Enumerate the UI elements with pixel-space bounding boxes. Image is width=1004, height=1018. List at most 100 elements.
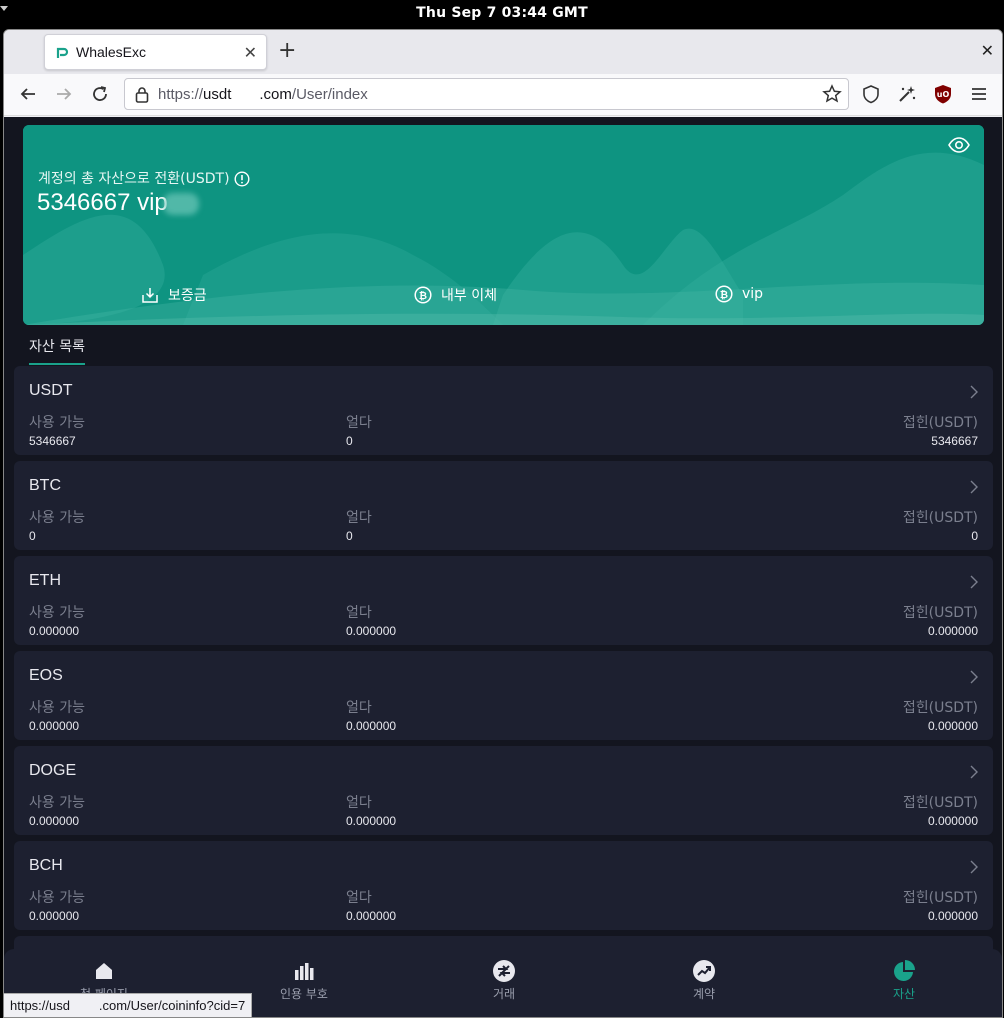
available-label: 사용 가능 <box>29 890 85 906</box>
nav-contract[interactable]: 계약 <box>664 959 744 1002</box>
asset-card-eth[interactable]: ETH 사용 가능 얼다 접힌(USDT) 0.000000 0.000000 … <box>14 556 993 645</box>
asset-card-doge[interactable]: DOGE 사용 가능 얼다 접힌(USDT) 0.000000 0.000000… <box>14 746 993 835</box>
tab-close-icon[interactable]: ✕ <box>244 43 257 62</box>
shield-icon[interactable] <box>862 84 880 104</box>
back-arrow-icon <box>20 88 35 100</box>
reload-icon <box>93 86 107 101</box>
chevron-right-icon <box>970 860 978 874</box>
available-label: 사용 가능 <box>29 795 85 811</box>
toggle-visibility-eye-icon[interactable] <box>948 137 970 153</box>
nav-toolbar: https://usdt .com/User/index uO <box>4 74 1002 116</box>
coin-name: USDT <box>29 382 73 399</box>
browser-window: WhalesExc ✕ + ✕ https://usdt .com/User/in… <box>3 29 1003 1018</box>
frozen-value: 0.000000 <box>346 909 397 923</box>
svg-text:₿: ₿ <box>720 289 728 301</box>
converted-label: 접힌(USDT) <box>902 700 978 716</box>
nav-quotes-label: 인용 부호 <box>280 987 328 1001</box>
nav-assets-label: 자산 <box>892 987 916 1001</box>
converted-value: 0.000000 <box>927 719 978 733</box>
bitcoin-icon: ₿ <box>414 286 432 304</box>
converted-label: 접힌(USDT) <box>902 510 978 526</box>
pie-chart-icon <box>894 960 915 981</box>
ublock-origin-icon[interactable]: uO <box>934 84 952 104</box>
asset-list-tab-underline <box>29 363 85 365</box>
deposit-button[interactable]: 보증금 <box>141 285 207 305</box>
url-text[interactable]: https://usdt .com/User/index <box>158 86 368 103</box>
coin-name: BCH <box>29 857 63 874</box>
converted-value: 0 <box>971 529 978 543</box>
svg-text:uO: uO <box>937 90 950 99</box>
address-bar[interactable]: https://usdt .com/User/index <box>124 78 849 110</box>
chevron-right-icon <box>970 385 978 399</box>
vip-button[interactable]: ₿ vip <box>715 285 763 303</box>
nav-assets[interactable]: 자산 <box>864 959 944 1002</box>
frozen-value: 0.000000 <box>346 814 397 828</box>
frozen-value: 0.000000 <box>346 624 397 638</box>
site-favicon-icon <box>54 45 70 61</box>
available-label: 사용 가능 <box>29 700 85 716</box>
available-value: 0.000000 <box>29 909 80 923</box>
bar-chart-icon <box>295 963 314 980</box>
asset-card-btc[interactable]: BTC 사용 가능 얼다 접힌(USDT) 0 0 0 <box>14 461 993 550</box>
redaction-blur <box>163 193 199 215</box>
converted-value: 0.000000 <box>927 814 978 828</box>
frozen-label: 얼다 <box>346 700 372 716</box>
chevron-right-icon <box>970 480 978 494</box>
browser-tab[interactable]: WhalesExc ✕ <box>44 34 267 70</box>
asset-list-tab[interactable]: 자산 목록 <box>29 336 85 356</box>
available-value: 0.000000 <box>29 624 80 638</box>
total-assets-label: 계정의 총 자산으로 전환(USDT) <box>38 168 250 188</box>
frozen-label: 얼다 <box>346 510 372 526</box>
deposit-icon <box>142 288 158 303</box>
nav-trade[interactable]: 거래 <box>464 959 544 1002</box>
converted-label: 접힌(USDT) <box>902 605 978 621</box>
coin-name: ETH <box>29 572 61 589</box>
available-value: 0.000000 <box>29 719 80 733</box>
available-label: 사용 가능 <box>29 510 85 526</box>
lock-icon[interactable] <box>135 86 149 103</box>
hamburger-menu-icon[interactable] <box>970 84 988 104</box>
chevron-right-icon <box>970 765 978 779</box>
system-top-bar: Thu Sep 7 03:44 GMT <box>0 0 1004 28</box>
reload-button[interactable] <box>90 85 110 105</box>
asset-card-bch[interactable]: BCH 사용 가능 얼다 접힌(USDT) 0.000000 0.000000 … <box>14 841 993 930</box>
frozen-label: 얼다 <box>346 605 372 621</box>
coin-name: EOS <box>29 667 63 684</box>
bitcoin-icon: ₿ <box>715 285 733 303</box>
nav-quotes[interactable]: 인용 부호 <box>264 959 344 1002</box>
converted-value: 0.000000 <box>927 624 978 638</box>
converted-value: 5346667 <box>931 434 978 448</box>
svg-text:₿: ₿ <box>419 290 427 302</box>
coin-name: BTC <box>29 477 61 494</box>
available-value: 0 <box>29 529 36 543</box>
total-assets-card: 계정의 총 자산으로 전환(USDT) 5346667 vip 보증금 ₿ 내부… <box>23 125 984 325</box>
nav-contract-label: 계약 <box>692 987 716 1001</box>
converted-label: 접힌(USDT) <box>902 795 978 811</box>
coin-name: DOGE <box>29 762 77 779</box>
tab-title: WhalesExc <box>76 44 147 60</box>
extension-sparkle-icon[interactable] <box>897 84 917 104</box>
frozen-value: 0 <box>346 434 353 448</box>
available-value: 5346667 <box>29 434 76 448</box>
link-status-tooltip: https://usd .com/User/coininfo?cid=7 <box>4 993 253 1017</box>
converted-value: 0.000000 <box>927 909 978 923</box>
info-icon[interactable] <box>234 171 250 187</box>
internal-transfer-button[interactable]: ₿ 내부 이체 <box>414 285 497 305</box>
asset-card-usdt[interactable]: USDT 사용 가능 얼다 접힌(USDT) 5346667 0 5346667 <box>14 366 993 455</box>
web-page: 계정의 총 자산으로 전환(USDT) 5346667 vip 보증금 ₿ 내부… <box>4 117 1002 1017</box>
asset-card-eos[interactable]: EOS 사용 가능 얼다 접힌(USDT) 0.000000 0.000000 … <box>14 651 993 740</box>
new-tab-button[interactable]: + <box>278 39 296 63</box>
forward-button[interactable] <box>54 85 74 105</box>
frozen-value: 0.000000 <box>346 719 397 733</box>
system-clock[interactable]: Thu Sep 7 03:44 GMT <box>0 5 1004 21</box>
available-value: 0.000000 <box>29 814 80 828</box>
trend-icon <box>693 960 715 982</box>
available-label: 사용 가능 <box>29 415 85 431</box>
window-close-button[interactable]: ✕ <box>981 41 994 60</box>
converted-label: 접힌(USDT) <box>902 415 978 431</box>
exchange-icon <box>493 960 515 982</box>
frozen-label: 얼다 <box>346 415 372 431</box>
bookmark-star-icon[interactable] <box>822 84 842 104</box>
nav-trade-label: 거래 <box>492 987 516 1001</box>
back-button[interactable] <box>18 85 38 105</box>
